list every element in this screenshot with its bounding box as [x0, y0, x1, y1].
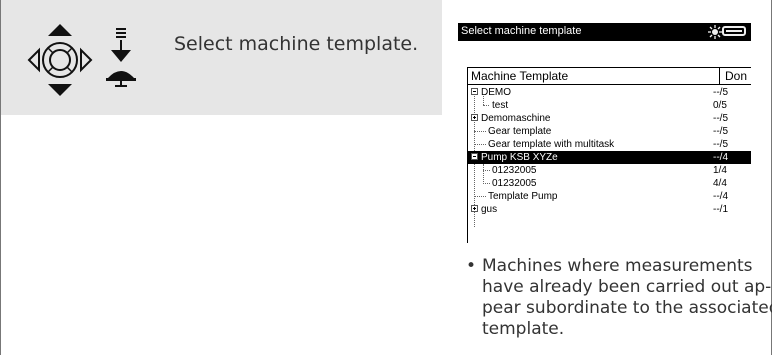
row-name: Template Pump — [488, 191, 558, 202]
row-name: Gear template with multitask — [488, 139, 615, 150]
row-done: --/5 — [713, 87, 728, 98]
row-name: Pump KSB XYZe — [481, 152, 558, 163]
screen-title-bar: Select machine template — [458, 23, 751, 41]
column-header-template[interactable]: Machine Template — [471, 69, 568, 83]
tree-row-demo[interactable]: DEMO --/5 — [468, 86, 751, 99]
screen-title: Select machine template — [461, 25, 582, 37]
row-done: --/5 — [713, 126, 728, 137]
tree-row-pump-ksb[interactable]: Pump KSB XYZe --/4 — [468, 151, 751, 164]
tree-row-template-pump[interactable]: Template Pump --/4 — [468, 190, 751, 203]
row-done: --/1 — [713, 204, 728, 215]
row-name: 01232005 — [492, 165, 537, 176]
row-name: Demomaschine — [481, 113, 551, 124]
tree-row-gear-multitask[interactable]: Gear template with multitask --/5 — [468, 138, 751, 151]
row-done: --/4 — [713, 191, 728, 202]
row-name: DEMO — [481, 87, 511, 98]
row-done: --/4 — [713, 152, 728, 163]
expand-icon[interactable] — [471, 114, 478, 121]
note-line: have already been carried out ap- — [482, 277, 772, 297]
row-name: 01232005 — [492, 178, 537, 189]
sun-status-icon — [708, 25, 722, 39]
row-name: gus — [481, 204, 498, 215]
press-down-icon — [106, 28, 136, 87]
collapse-icon[interactable] — [471, 88, 478, 95]
battery-icon — [722, 26, 746, 36]
row-done: --/5 — [713, 139, 728, 150]
note-line: template. — [482, 319, 565, 339]
row-done: --/5 — [713, 113, 728, 124]
bullet-dot: • — [466, 256, 477, 276]
column-header-done[interactable]: Don — [719, 68, 747, 84]
template-tree[interactable]: Machine Template Don DEMO --/5 test 0/5 … — [467, 67, 751, 243]
tree-row-gear-template[interactable]: Gear template --/5 — [468, 125, 751, 138]
row-done: 0/5 — [713, 100, 727, 111]
instruction-panel: Select machine template. — [1, 0, 442, 115]
row-name: Gear template — [488, 126, 552, 137]
collapse-icon[interactable] — [471, 153, 478, 160]
note-text: Machines where measurements have already… — [482, 256, 772, 340]
note-line: pear subordinate to the associated — [482, 298, 772, 318]
row-done: 4/4 — [713, 178, 727, 189]
expand-icon[interactable] — [471, 205, 478, 212]
device-screen: Select machine template Machine Template… — [458, 23, 751, 245]
note-line: Machines where measurements — [482, 256, 753, 276]
column-header-row: Machine Template Don — [468, 68, 751, 85]
navigation-wheel-icon — [27, 24, 93, 96]
tree-row-serial-2[interactable]: 01232005 4/4 — [468, 177, 751, 190]
tree-row-demomaschine[interactable]: Demomaschine --/5 — [468, 112, 751, 125]
tree-row-gus[interactable]: gus --/1 — [468, 203, 751, 216]
row-done: 1/4 — [713, 165, 727, 176]
tree-row-test[interactable]: test 0/5 — [468, 99, 751, 112]
row-name: test — [492, 100, 509, 111]
instruction-text: Select machine template. — [174, 33, 419, 55]
tree-row-serial-1[interactable]: 01232005 1/4 — [468, 164, 751, 177]
